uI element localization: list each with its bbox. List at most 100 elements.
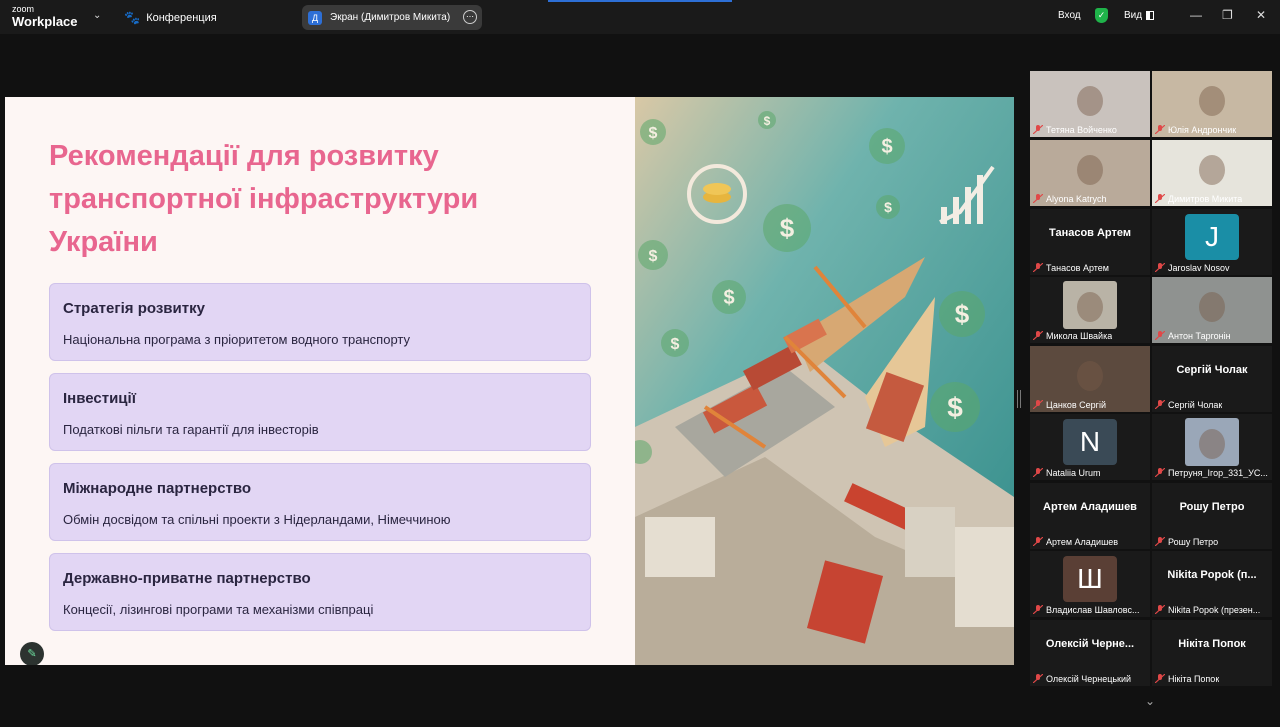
card-heading: Стратегія розвитку bbox=[63, 300, 205, 317]
card-heading: Міжнародне партнерство bbox=[63, 480, 252, 497]
participant-tile[interactable]: Рошу Петро Рошу Петро bbox=[1152, 483, 1272, 549]
mic-muted-icon bbox=[1155, 674, 1165, 683]
participant-tile[interactable]: J Jaroslav Nosov bbox=[1152, 209, 1272, 275]
paw-icon: 🐾 bbox=[124, 10, 141, 25]
avatar: N bbox=[1063, 419, 1117, 465]
mic-muted-icon bbox=[1155, 194, 1165, 203]
restore-icon[interactable]: ❐ bbox=[1222, 8, 1233, 22]
participant-name: Артем Аладишев bbox=[1046, 537, 1119, 547]
participant-tile[interactable]: Тетяна Войченко bbox=[1030, 71, 1150, 137]
annotate-pen-icon[interactable]: ✎ bbox=[20, 642, 44, 665]
person-silhouette bbox=[1199, 85, 1225, 116]
dollar-label: $ bbox=[881, 136, 892, 158]
participant-tile[interactable]: N Nataliia Urum bbox=[1030, 414, 1150, 480]
participant-name: Олексій Чернецький bbox=[1046, 674, 1132, 684]
dollar-label: $ bbox=[723, 287, 734, 309]
screen-share-pill[interactable]: Д Экран (Димитров Микита) ⋯ bbox=[302, 5, 482, 30]
chevron-down-icon[interactable]: ⌄ bbox=[93, 10, 101, 21]
participant-display-name: Артем Аладишев bbox=[1043, 501, 1137, 513]
participant-name: Alyona Katrych bbox=[1046, 194, 1107, 204]
view-grid-icon bbox=[1146, 11, 1155, 20]
chevron-down-icon[interactable]: ⌄ bbox=[1145, 694, 1155, 708]
share-indicator-bar bbox=[548, 0, 732, 2]
brand-small-label: zoom bbox=[12, 4, 35, 14]
participant-tile[interactable]: Димитров Микита bbox=[1152, 140, 1272, 206]
participant-name: Нікіта Попок bbox=[1168, 674, 1220, 684]
card-text: Національна програма з пріоритетом водно… bbox=[63, 332, 411, 347]
person-silhouette bbox=[1077, 360, 1103, 391]
shield-icon[interactable]: ✓ bbox=[1095, 8, 1108, 23]
mic-muted-icon bbox=[1155, 400, 1165, 409]
participant-name: Танасов Артем bbox=[1046, 263, 1109, 273]
mic-muted-icon bbox=[1033, 674, 1043, 683]
close-icon[interactable]: ✕ bbox=[1256, 8, 1266, 22]
participant-name: Димитров Микита bbox=[1168, 194, 1243, 204]
title-bar: zoom Workplace ⌄ 🐾 Конференция Д Экран (… bbox=[0, 0, 1280, 34]
shared-slide: Рекомендації для розвитку транспортної і… bbox=[5, 97, 1014, 665]
dollar-label: $ bbox=[884, 199, 892, 215]
participant-name: Микола Швайка bbox=[1046, 331, 1113, 341]
participant-name: Тетяна Войченко bbox=[1046, 125, 1117, 135]
person-silhouette bbox=[1077, 85, 1103, 116]
profile-photo bbox=[1063, 281, 1117, 329]
participant-display-name: Сергій Чолак bbox=[1176, 364, 1248, 376]
card-text: Обмін досвідом та спільні проекти з Ніде… bbox=[63, 512, 451, 527]
minimize-icon[interactable]: — bbox=[1190, 8, 1202, 22]
card-heading: Інвестиції bbox=[63, 390, 136, 407]
zoom-workplace-logo[interactable]: zoom Workplace bbox=[12, 4, 78, 29]
participant-name: Юлія Андрончик bbox=[1168, 125, 1237, 135]
participant-tile[interactable]: Alyona Katrych bbox=[1030, 140, 1150, 206]
participant-tile[interactable]: Сергій Чолак Сергій Чолак bbox=[1152, 346, 1272, 412]
participant-tile[interactable]: Танасов Артем Танасов Артем bbox=[1030, 209, 1150, 275]
person-silhouette bbox=[1199, 428, 1225, 459]
card-partnership: Міжнародне партнерство Обмін досвідом та… bbox=[49, 463, 591, 541]
mic-muted-icon bbox=[1033, 605, 1043, 614]
participant-tile[interactable]: Петруня_Ігор_331_УС... bbox=[1152, 414, 1272, 480]
participant-name: Петруня_Ігор_331_УС... bbox=[1168, 468, 1268, 478]
mic-muted-icon bbox=[1155, 125, 1165, 134]
mic-muted-icon bbox=[1033, 400, 1043, 409]
view-label: Вид bbox=[1124, 10, 1143, 21]
participant-name: Jaroslav Nosov bbox=[1168, 263, 1230, 273]
view-button[interactable]: Вид bbox=[1124, 10, 1155, 21]
mic-muted-icon bbox=[1033, 263, 1043, 272]
mic-muted-icon bbox=[1033, 125, 1043, 134]
participant-tile[interactable]: Nikita Popok (п... Nikita Popok (презен..… bbox=[1152, 551, 1272, 617]
mic-muted-icon bbox=[1033, 194, 1043, 203]
participant-tile[interactable]: Микола Швайка bbox=[1030, 277, 1150, 343]
participant-name: Владислав Шавловс... bbox=[1046, 605, 1140, 615]
card-investment: Інвестиції Податкові пільги та гарантії … bbox=[49, 373, 591, 451]
participant-name: Рошу Петро bbox=[1168, 537, 1219, 547]
mic-muted-icon bbox=[1155, 331, 1165, 340]
profile-photo bbox=[1185, 418, 1239, 466]
participant-tile[interactable]: Ш Владислав Шавловс... bbox=[1030, 551, 1150, 617]
resize-handle[interactable] bbox=[1017, 390, 1021, 408]
dollar-label: $ bbox=[947, 392, 963, 423]
participant-tile[interactable]: Цанков Сергій bbox=[1030, 346, 1150, 412]
avatar: J bbox=[1185, 214, 1239, 260]
mic-muted-icon bbox=[1033, 331, 1043, 340]
mic-muted-icon bbox=[1033, 468, 1043, 477]
login-button[interactable]: Вход bbox=[1058, 10, 1081, 21]
dollar-label: $ bbox=[780, 213, 795, 243]
port-illustration-svg: $ $ $ $ $ $ $ $ $ $ bbox=[635, 97, 1014, 665]
participant-name: Nikita Popok (презен... bbox=[1168, 605, 1261, 615]
mic-muted-icon bbox=[1155, 468, 1165, 477]
mic-muted-icon bbox=[1033, 537, 1043, 546]
mic-muted-icon bbox=[1155, 263, 1165, 272]
more-icon[interactable]: ⋯ bbox=[463, 10, 477, 24]
participant-tile[interactable]: Юлія Андрончик bbox=[1152, 71, 1272, 137]
participant-tile[interactable]: Артем Аладишев Артем Аладишев bbox=[1030, 483, 1150, 549]
participant-name: Антон Таргонін bbox=[1168, 331, 1231, 341]
participant-tile[interactable]: Олексій Черне... Олексій Чернецький bbox=[1030, 620, 1150, 686]
person-silhouette bbox=[1077, 291, 1103, 322]
participant-tile[interactable]: Антон Таргонін bbox=[1152, 277, 1272, 343]
zoom-window: zoom Workplace ⌄ 🐾 Конференция Д Экран (… bbox=[0, 0, 1280, 727]
card-heading: Державно-приватне партнерство bbox=[63, 570, 311, 587]
brand-name-label: Workplace bbox=[12, 14, 78, 29]
participant-tile[interactable]: Нікіта Попок Нікіта Попок bbox=[1152, 620, 1272, 686]
card-strategy: Стратегія розвитку Національна програма … bbox=[49, 283, 591, 361]
screen-share-label: Экран (Димитров Микита) bbox=[330, 12, 451, 23]
meeting-info-button[interactable]: 🐾 Конференция bbox=[124, 10, 217, 26]
dollar-label: $ bbox=[955, 299, 970, 329]
